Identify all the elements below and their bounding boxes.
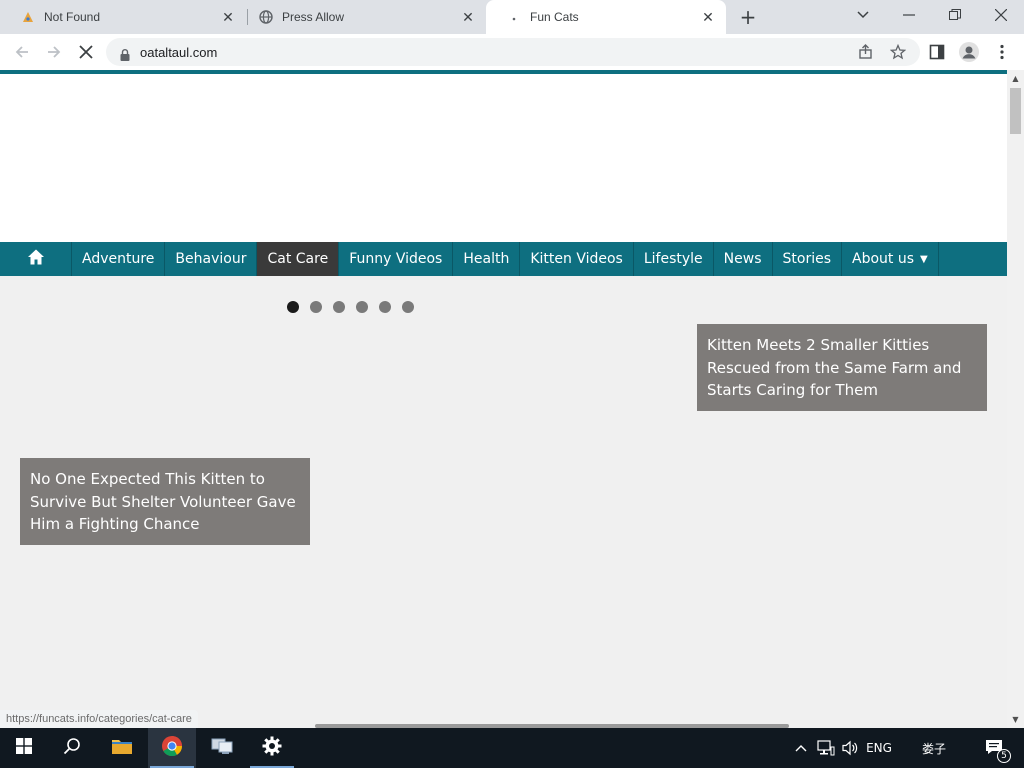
nav-item-funny-videos[interactable]: Funny Videos bbox=[339, 242, 454, 276]
nav-item-health[interactable]: Health bbox=[453, 242, 521, 276]
vertical-scrollbar[interactable]: ▲ ▼ bbox=[1007, 70, 1024, 728]
profile-avatar-icon[interactable] bbox=[956, 39, 982, 65]
minimize-button[interactable] bbox=[886, 0, 932, 30]
side-panel-icon[interactable] bbox=[924, 39, 950, 65]
restore-button[interactable] bbox=[932, 0, 978, 30]
scroll-down-arrow-icon[interactable]: ▼ bbox=[1007, 711, 1024, 728]
ime-mode-indicator[interactable]: 娄子 bbox=[914, 728, 954, 768]
nav-label: Lifestyle bbox=[643, 251, 703, 267]
slider-dot[interactable] bbox=[356, 301, 368, 313]
volume-icon[interactable] bbox=[840, 728, 860, 768]
nav-label: Kitten Videos bbox=[530, 251, 623, 267]
start-button[interactable] bbox=[0, 728, 48, 768]
nav-label: Health bbox=[463, 251, 510, 267]
nav-item-behaviour[interactable]: Behaviour bbox=[165, 242, 258, 276]
back-button[interactable] bbox=[8, 38, 36, 66]
nav-item-kitten-videos[interactable]: Kitten Videos bbox=[520, 242, 634, 276]
show-hidden-icons-button[interactable] bbox=[792, 728, 810, 768]
search-icon bbox=[63, 737, 81, 759]
slide-caption-kitten-meets[interactable]: Kitten Meets 2 Smaller Kitties Rescued f… bbox=[697, 324, 987, 411]
tab-press-allow[interactable]: Press Allow ✕ bbox=[238, 0, 486, 34]
slider-dot[interactable] bbox=[287, 301, 299, 313]
close-window-button[interactable] bbox=[978, 0, 1024, 30]
nav-label: Behaviour bbox=[175, 251, 247, 267]
nav-item-news[interactable]: News bbox=[714, 242, 773, 276]
slider-dot[interactable] bbox=[402, 301, 414, 313]
page-viewport: Adventure Behaviour Cat Care Funny Video… bbox=[0, 70, 1007, 728]
main-navigation: Adventure Behaviour Cat Care Funny Video… bbox=[0, 242, 1007, 276]
windows-taskbar: ENG 娄子 5 bbox=[0, 728, 1024, 768]
tab-title: Fun Cats bbox=[530, 10, 579, 24]
home-icon bbox=[27, 248, 45, 270]
loading-icon bbox=[506, 9, 522, 25]
browser-toolbar: oataltaul.com bbox=[0, 34, 1024, 70]
file-explorer-button[interactable] bbox=[98, 728, 146, 768]
nav-label: Stories bbox=[782, 251, 832, 267]
settings-button[interactable] bbox=[248, 728, 296, 768]
notification-icon: 5 bbox=[985, 739, 1011, 763]
status-bar-url: https://funcats.info/categories/cat-care bbox=[0, 710, 198, 728]
close-tab-icon[interactable]: ✕ bbox=[698, 7, 718, 27]
windows-logo-icon bbox=[16, 738, 32, 758]
notification-count-badge: 5 bbox=[997, 749, 1011, 763]
tab-strip: Not Found ✕ Press Allow ✕ Fun Cats ✕ + bbox=[0, 0, 1024, 34]
slider-pagination bbox=[287, 301, 414, 313]
close-tab-icon[interactable]: ✕ bbox=[218, 7, 238, 27]
nav-item-lifestyle[interactable]: Lifestyle bbox=[634, 242, 714, 276]
close-tab-icon[interactable]: ✕ bbox=[458, 7, 478, 27]
network-computers-icon bbox=[210, 736, 234, 760]
tab-search-icon[interactable] bbox=[840, 0, 886, 30]
chrome-taskbar-button[interactable] bbox=[148, 728, 196, 768]
search-button[interactable] bbox=[48, 728, 96, 768]
nav-item-cat-care[interactable]: Cat Care bbox=[257, 242, 340, 276]
nav-label: About us bbox=[852, 251, 915, 267]
lock-icon[interactable] bbox=[120, 46, 130, 61]
bookmark-star-icon[interactable] bbox=[889, 43, 907, 61]
tab-title: Not Found bbox=[44, 10, 101, 24]
error-page-icon bbox=[20, 9, 36, 25]
scroll-up-arrow-icon[interactable]: ▲ bbox=[1007, 70, 1024, 87]
globe-icon bbox=[258, 9, 274, 25]
notification-center-button[interactable]: 5 bbox=[978, 728, 1012, 768]
share-icon[interactable] bbox=[857, 43, 875, 61]
header-banner-area bbox=[0, 74, 1007, 242]
nav-label: Adventure bbox=[82, 251, 155, 267]
gear-icon bbox=[262, 736, 282, 760]
tab-title: Press Allow bbox=[282, 10, 345, 24]
chrome-icon bbox=[161, 735, 183, 761]
network-icon[interactable] bbox=[816, 728, 836, 768]
nav-item-stories[interactable]: Stories bbox=[773, 242, 843, 276]
folder-icon bbox=[111, 737, 133, 759]
slider-dot[interactable] bbox=[310, 301, 322, 313]
nav-label: Cat Care bbox=[267, 251, 329, 267]
network-app-button[interactable] bbox=[198, 728, 246, 768]
stop-loading-button[interactable] bbox=[72, 38, 100, 66]
caret-down-icon: ▼ bbox=[920, 253, 928, 265]
address-bar[interactable]: oataltaul.com bbox=[106, 38, 920, 66]
forward-button[interactable] bbox=[40, 38, 68, 66]
nav-label: Funny Videos bbox=[349, 251, 443, 267]
nav-item-adventure[interactable]: Adventure bbox=[72, 242, 166, 276]
browser-menu-icon[interactable] bbox=[989, 39, 1015, 65]
nav-label: News bbox=[723, 251, 762, 267]
scrollbar-thumb[interactable] bbox=[1010, 88, 1021, 134]
slide-caption-no-one-expected[interactable]: No One Expected This Kitten to Survive B… bbox=[20, 458, 310, 545]
tab-fun-cats[interactable]: Fun Cats ✕ bbox=[486, 0, 726, 34]
input-language-indicator[interactable]: ENG bbox=[862, 728, 896, 768]
nav-item-about-us[interactable]: About us ▼ bbox=[842, 242, 939, 276]
url-text: oataltaul.com bbox=[140, 44, 218, 60]
new-tab-button[interactable]: + bbox=[736, 5, 760, 29]
slider-dot[interactable] bbox=[333, 301, 345, 313]
slider-dot[interactable] bbox=[379, 301, 391, 313]
home-nav-button[interactable] bbox=[0, 242, 72, 276]
tab-not-found[interactable]: Not Found ✕ bbox=[0, 0, 246, 34]
